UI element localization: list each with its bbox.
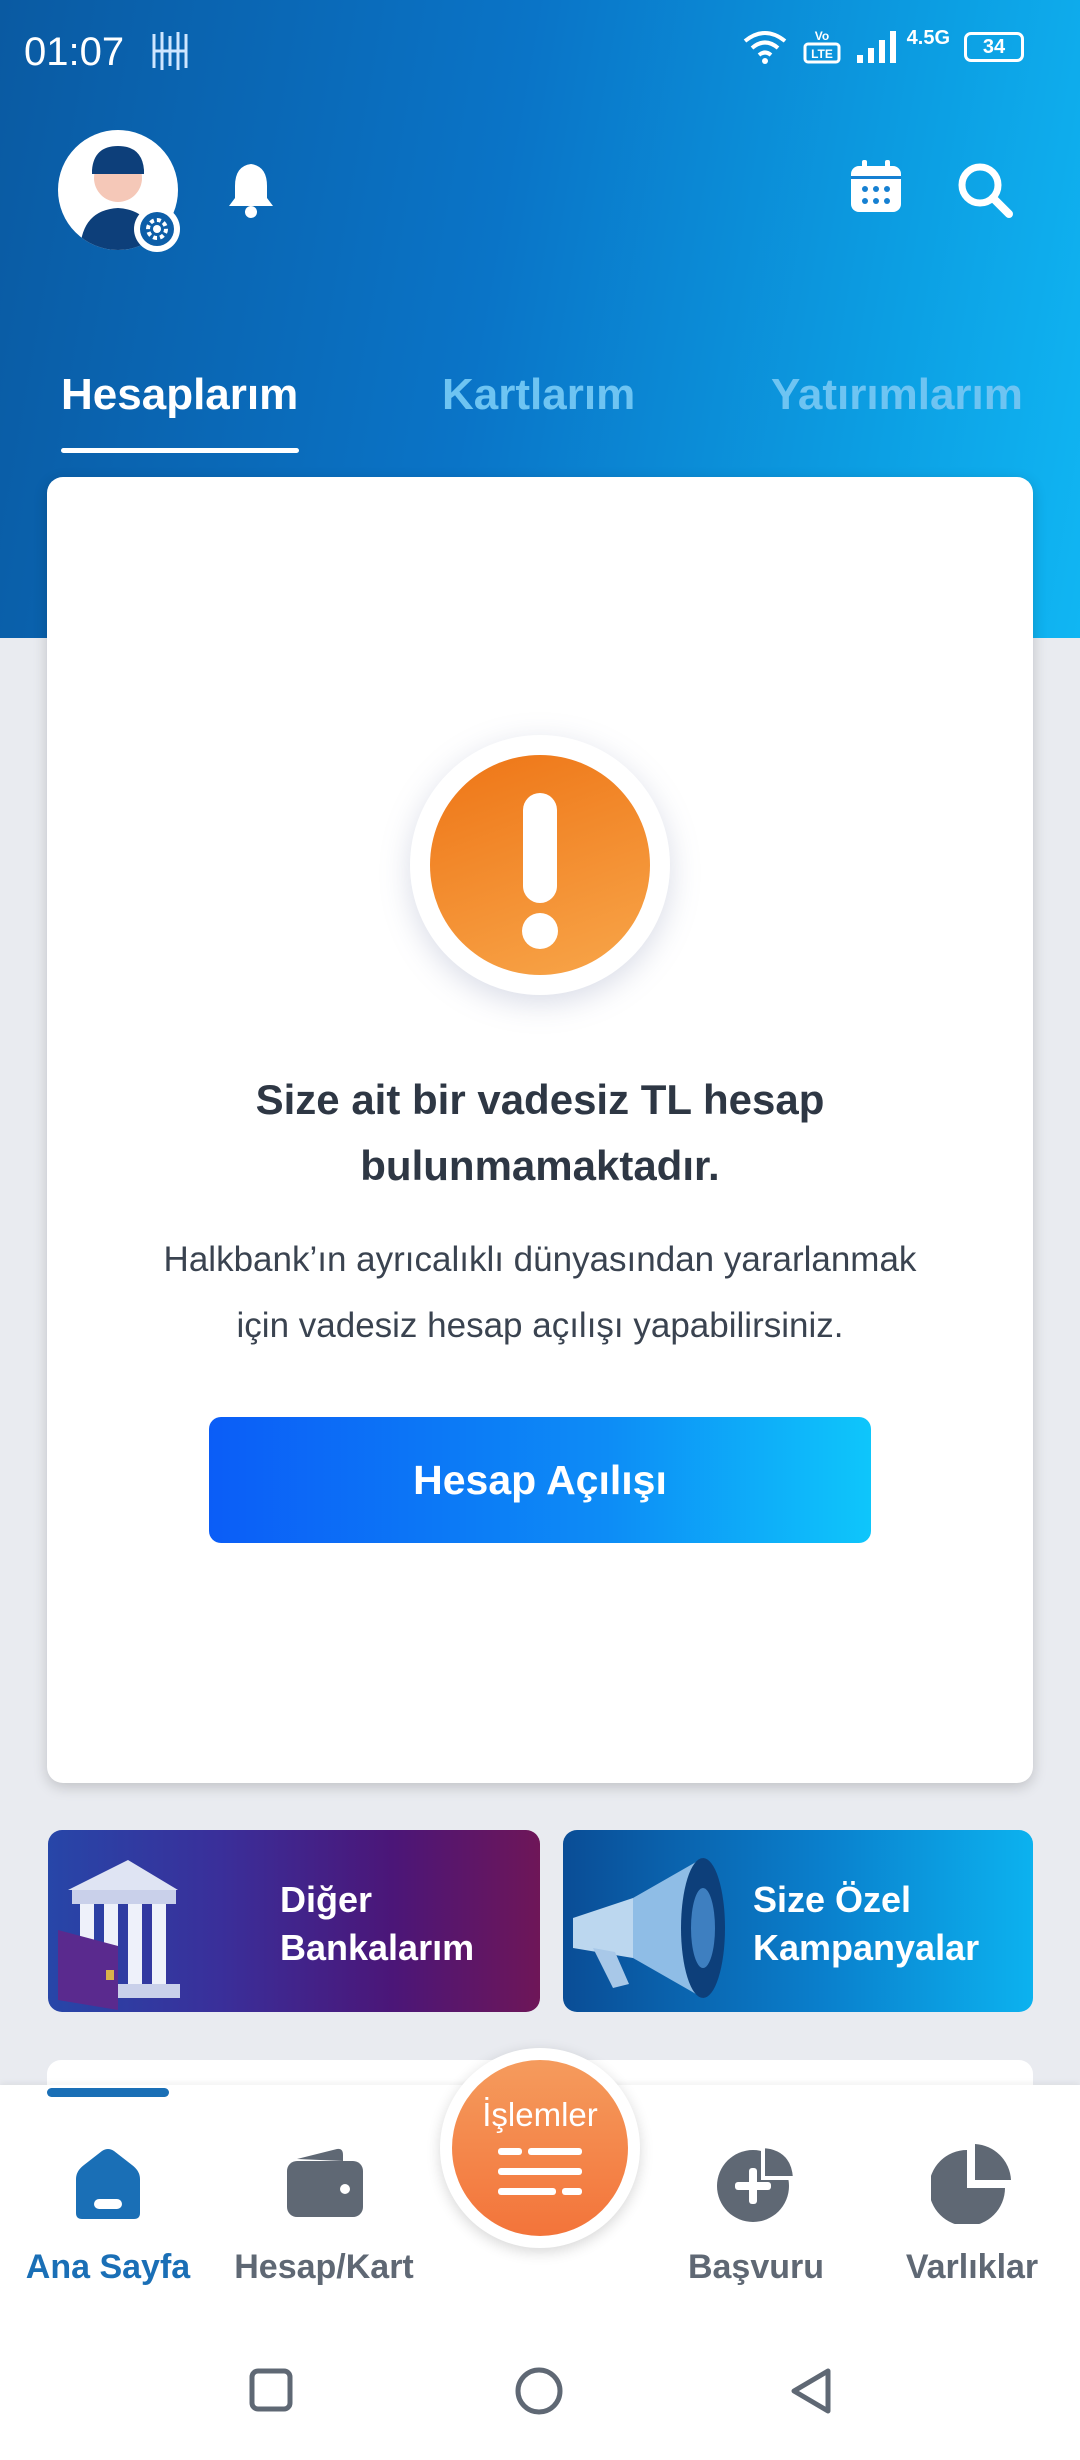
wallet-icon bbox=[287, 2148, 363, 2217]
tab-yatirimlarim[interactable]: Yatırımlarım bbox=[771, 370, 1023, 420]
signal-icon bbox=[856, 31, 896, 63]
system-navigation-bar bbox=[0, 2335, 1080, 2460]
nav-account-card[interactable]: Hesap/Kart bbox=[214, 2140, 434, 2287]
pie-chart-icon bbox=[931, 2144, 1011, 2224]
card-title: Size ait bir vadesiz TL hesap bulunmamak… bbox=[107, 1067, 973, 1199]
tab-bar: Hesaplarım Kartlarım Yatırımlarım bbox=[0, 370, 1080, 460]
campaigns-tile[interactable]: Size Özel Kampanyalar bbox=[563, 1830, 1033, 2012]
home-button-icon[interactable] bbox=[513, 2365, 565, 2417]
tab-kartlarim[interactable]: Kartlarım bbox=[442, 370, 635, 420]
status-icons: LTE Vo 4.5G 34 bbox=[741, 26, 1024, 66]
volte-icon: LTE Vo bbox=[803, 29, 841, 64]
nav-application-label: Başvuru bbox=[687, 2248, 825, 2286]
no-account-card: Size ait bir vadesiz TL hesap bulunmamak… bbox=[47, 477, 1033, 1783]
battery-level: 34 bbox=[982, 35, 1006, 58]
warning-icon bbox=[430, 755, 650, 975]
svg-text:Vo: Vo bbox=[814, 29, 828, 43]
home-icon bbox=[76, 2149, 140, 2219]
status-time: 01:07 bbox=[24, 30, 125, 74]
active-nav-indicator bbox=[47, 2088, 169, 2097]
campaigns-line2: Kampanyalar bbox=[753, 1927, 980, 1968]
svg-text:LTE: LTE bbox=[811, 47, 833, 61]
search-icon[interactable] bbox=[955, 160, 1015, 220]
calendar-icon[interactable] bbox=[848, 158, 904, 216]
transactions-button[interactable]: İşlemler bbox=[452, 2060, 628, 2236]
nav-assets[interactable]: Varlıklar bbox=[862, 2140, 1080, 2287]
bell-icon[interactable] bbox=[225, 160, 277, 218]
nav-assets-label: Varlıklar bbox=[905, 2248, 1039, 2286]
recent-apps-icon[interactable] bbox=[246, 2365, 296, 2415]
card-description-line2: için vadesiz hesap açılışı yapabilirsini… bbox=[236, 1306, 844, 1345]
wifi-icon bbox=[743, 31, 786, 64]
network-type: 4.5G bbox=[906, 26, 950, 49]
transactions-fab[interactable]: İşlemler bbox=[440, 2048, 640, 2248]
nav-home[interactable]: Ana Sayfa bbox=[0, 2140, 218, 2287]
megaphone-icon bbox=[573, 1858, 725, 1998]
other-banks-line2: Bankalarım bbox=[280, 1927, 475, 1968]
open-account-button[interactable]: Hesap Açılışı bbox=[209, 1417, 871, 1543]
campaigns-line1: Size Özel bbox=[753, 1879, 912, 1920]
card-title-line1: Size ait bir vadesiz TL hesap bbox=[255, 1076, 825, 1123]
nav-application[interactable]: Başvuru bbox=[646, 2140, 866, 2287]
settings-gear-icon[interactable] bbox=[134, 206, 180, 252]
tab-hesaplarim[interactable]: Hesaplarım bbox=[61, 370, 298, 420]
menu-lines-icon bbox=[498, 2148, 582, 2195]
bank-building-icon bbox=[58, 1860, 180, 2010]
other-banks-tile[interactable]: Diğer Bankalarım bbox=[48, 1830, 540, 2012]
warning-badge bbox=[410, 735, 670, 995]
transactions-label: İşlemler bbox=[482, 2096, 598, 2133]
status-bar: 01:07 LTE Vo 4.5G 34 bbox=[0, 0, 1080, 110]
other-banks-line1: Diğer bbox=[280, 1879, 373, 1920]
add-application-icon bbox=[717, 2143, 797, 2222]
nav-account-card-label: Hesap/Kart bbox=[234, 2248, 414, 2286]
card-description: Halkbank’ın ayrıcalıklı dünyasından yara… bbox=[107, 1227, 973, 1359]
battery-icon: 34 bbox=[964, 32, 1024, 62]
carrier-logo-icon bbox=[152, 32, 188, 70]
nav-home-label: Ana Sayfa bbox=[25, 2248, 191, 2286]
back-icon[interactable] bbox=[786, 2365, 836, 2417]
active-tab-indicator bbox=[61, 448, 299, 453]
card-description-line1: Halkbank’ın ayrıcalıklı dünyasından yara… bbox=[163, 1240, 917, 1279]
card-title-line2: bulunmamaktadır. bbox=[360, 1142, 720, 1189]
